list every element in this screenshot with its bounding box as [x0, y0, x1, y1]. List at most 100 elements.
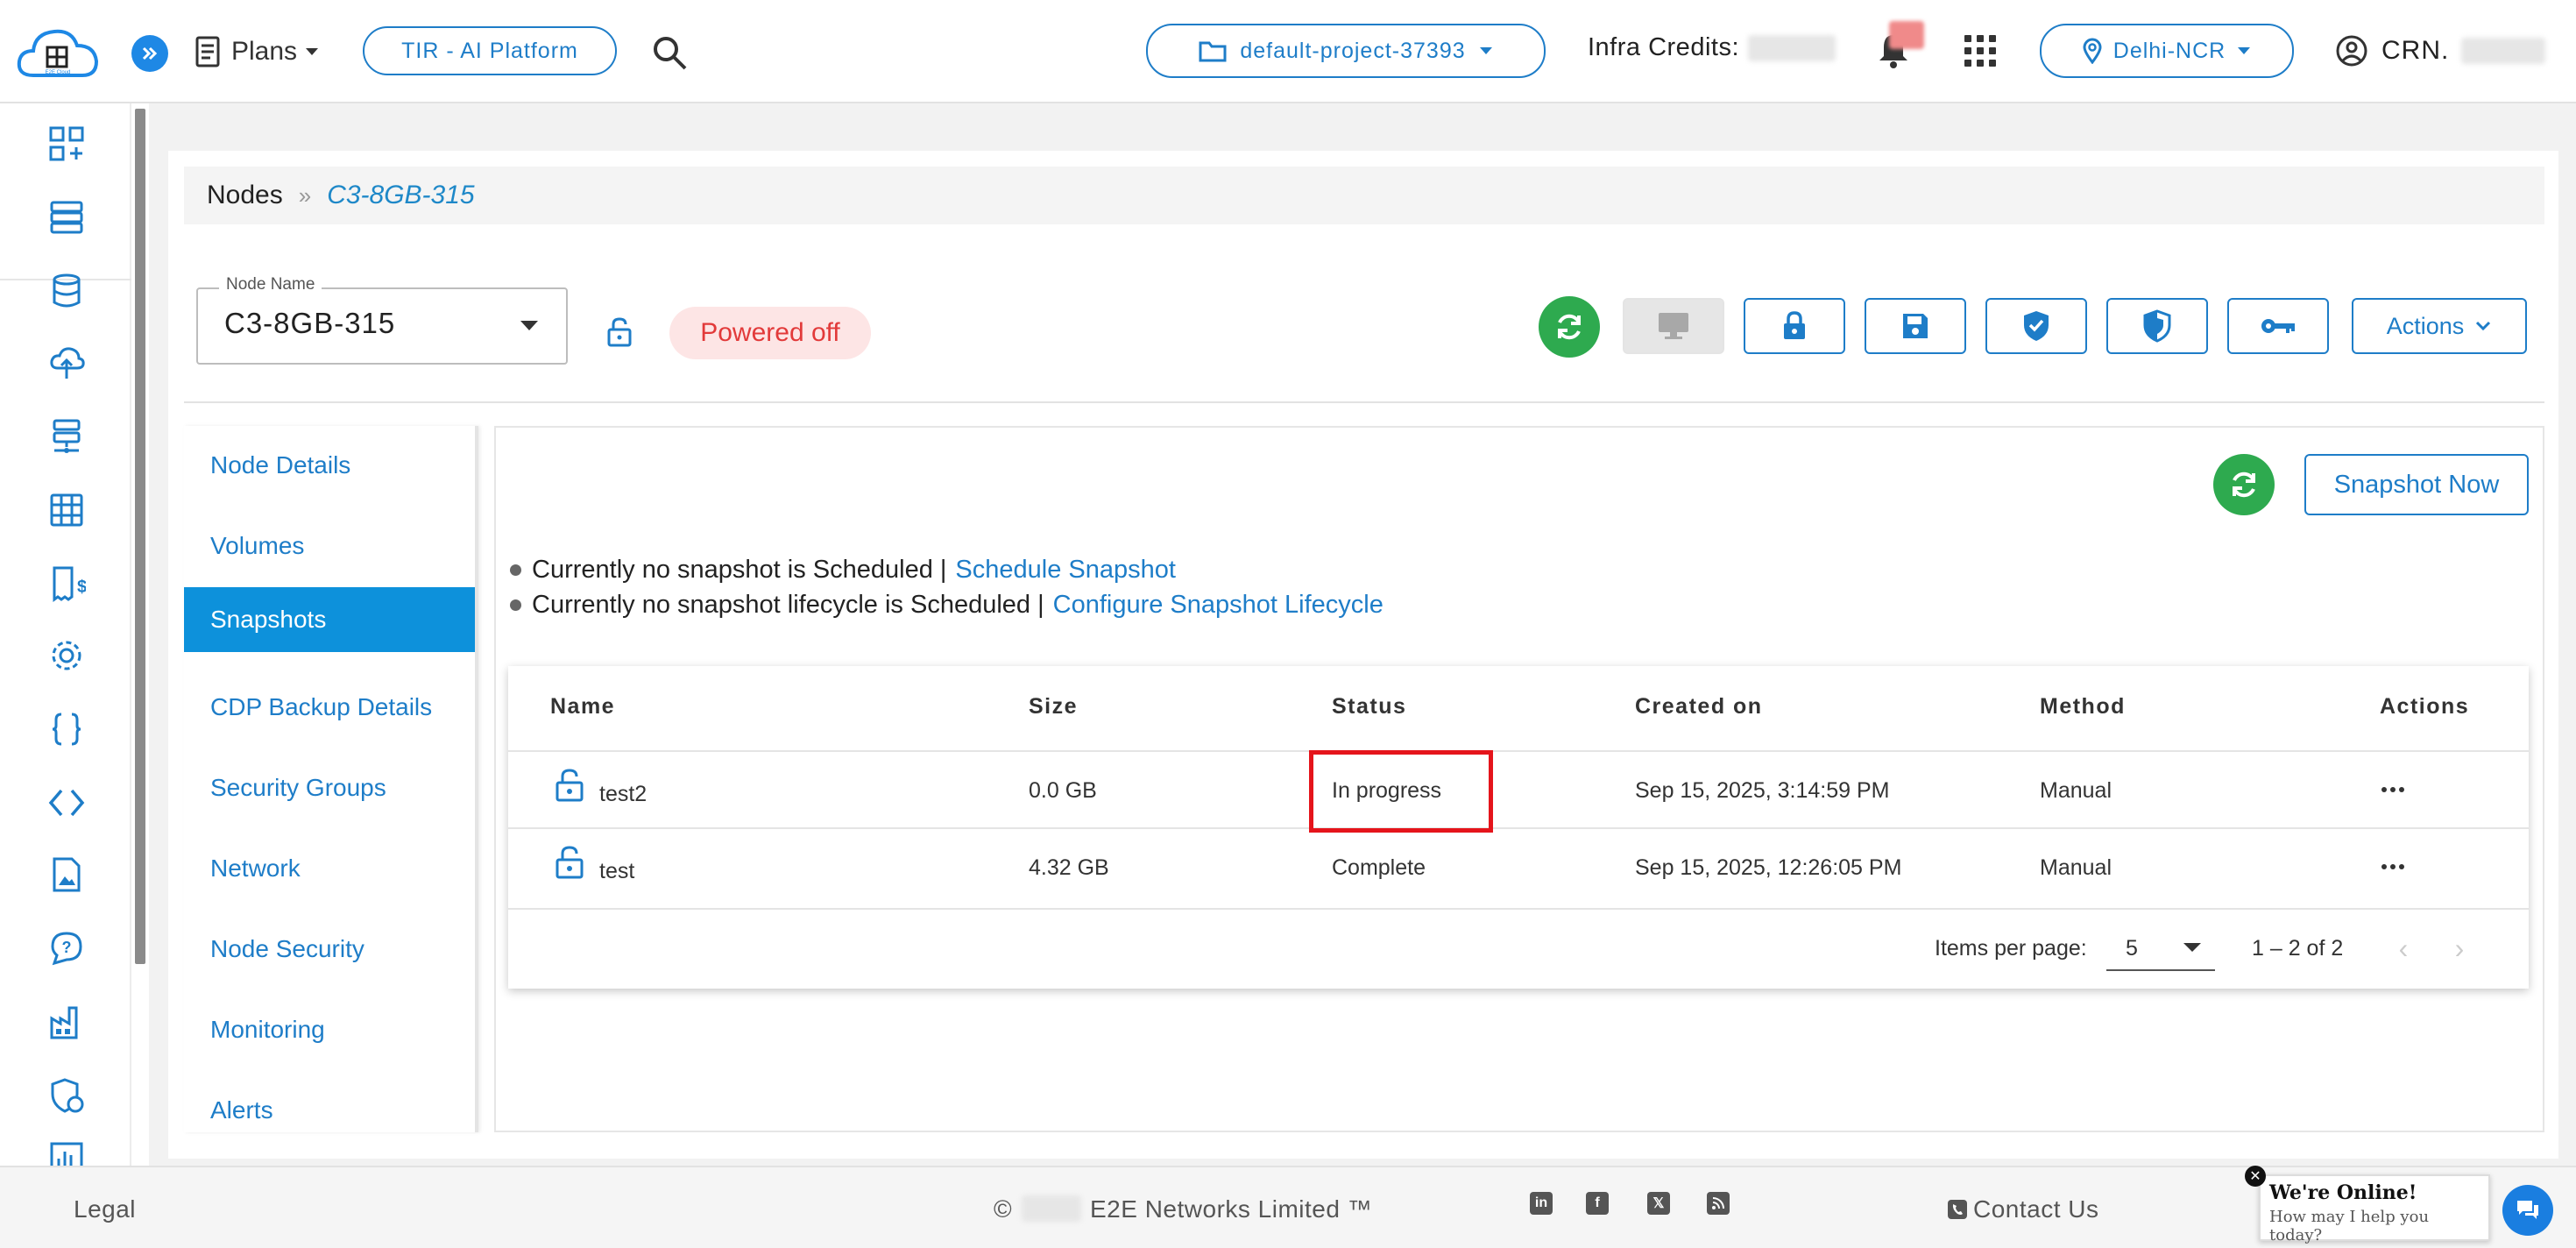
footer: Legal © E2E Networks Limited ™ Contact U…: [0, 1166, 2576, 1248]
nav-item-label: Security Groups: [210, 774, 386, 801]
search-icon[interactable]: [650, 33, 689, 72]
billing-icon[interactable]: $: [44, 561, 89, 606]
schedule-info-text: Currently no snapshot is Scheduled |: [532, 556, 947, 584]
snapshot-method: Manual: [2040, 778, 2112, 803]
nav-item-volumes[interactable]: Volumes: [184, 514, 475, 578]
breadcrumb: Nodes » C3-8GB-315: [184, 167, 2544, 224]
facebook-icon[interactable]: f: [1586, 1192, 1609, 1215]
dashboard-add-icon[interactable]: [44, 121, 89, 167]
rail-scrollbar[interactable]: [135, 109, 145, 964]
settings-icon[interactable]: [44, 633, 89, 678]
snapshot-now-button[interactable]: Snapshot Now: [2304, 454, 2529, 515]
security-settings-button[interactable]: [2106, 298, 2208, 354]
nav-item-label: Snapshots: [210, 606, 327, 633]
snapshots-table: Name Size Status Created on Method Actio…: [508, 666, 2529, 989]
nav-item-monitoring[interactable]: Monitoring: [184, 997, 475, 1062]
power-status-text: Powered off: [700, 318, 840, 347]
configure-lifecycle-link[interactable]: Configure Snapshot Lifecycle: [1053, 591, 1384, 620]
tir-ai-platform-button[interactable]: TIR - AI Platform: [363, 26, 617, 75]
factory-icon[interactable]: [44, 999, 89, 1045]
nav-item-label: Alerts: [210, 1096, 273, 1124]
shield-lock-icon[interactable]: [44, 1073, 89, 1118]
server-icon[interactable]: [44, 195, 89, 240]
caret-down-icon: [2238, 47, 2251, 54]
page-range: 1 – 2 of 2: [2252, 936, 2344, 961]
rss-icon[interactable]: [1707, 1192, 1730, 1215]
monitor-icon: [1659, 313, 1688, 339]
top-bar: E2E Cloud Plans TIR - AI Platform defaul…: [0, 0, 2576, 103]
double-chevron-right-icon: [142, 46, 158, 60]
security-check-button[interactable]: [1985, 298, 2087, 354]
refresh-node-button[interactable]: [1539, 296, 1600, 358]
actions-label: Actions: [2386, 312, 2465, 339]
region-selector[interactable]: Delhi-NCR: [2040, 24, 2294, 78]
schedule-snapshot-link[interactable]: Schedule Snapshot: [955, 556, 1176, 585]
chat-help-icon[interactable]: ?: [44, 925, 89, 971]
chat-widget[interactable]: We're Online! How may I help you today?: [2259, 1174, 2490, 1244]
table-row: test2 0.0 GB In progress Sep 15, 2025, 3…: [508, 750, 2529, 827]
unlock-icon[interactable]: [554, 845, 585, 880]
header-divider: [184, 401, 2544, 403]
nav-item-node-details[interactable]: Node Details: [184, 433, 475, 498]
save-image-button[interactable]: [1865, 298, 1966, 354]
cloud-upload-icon[interactable]: [44, 340, 89, 386]
console-button[interactable]: [1623, 298, 1724, 354]
account-menu[interactable]: CRN.: [2334, 33, 2546, 68]
chat-open-button[interactable]: [2502, 1185, 2553, 1236]
unlock-icon[interactable]: [554, 768, 585, 803]
plans-menu[interactable]: Plans: [195, 30, 320, 74]
chart-icon[interactable]: [44, 1139, 89, 1166]
document-icon: [195, 36, 220, 67]
database-icon[interactable]: [44, 268, 89, 314]
logo-text: E2E Cloud: [46, 70, 71, 75]
grid-table-icon[interactable]: [44, 487, 89, 533]
snapshot-size: 0.0 GB: [1029, 778, 1097, 803]
breadcrumb-separator: »: [298, 181, 312, 209]
caret-down-icon[interactable]: [520, 321, 538, 330]
apps-grid-icon[interactable]: [1964, 35, 1996, 67]
nav-item-security-groups[interactable]: Security Groups: [184, 755, 475, 820]
document-image-icon[interactable]: [44, 852, 89, 897]
expand-sidebar-button[interactable]: [131, 35, 168, 72]
project-selector[interactable]: default-project-37393: [1146, 24, 1546, 78]
nav-item-alerts[interactable]: Alerts: [184, 1078, 475, 1132]
lock-icon: [1784, 311, 1805, 339]
node-actions-button[interactable]: Actions: [2352, 298, 2527, 354]
status-highlight-box: [1309, 750, 1493, 833]
unlock-icon[interactable]: [605, 316, 634, 349]
more-actions-icon[interactable]: [2381, 864, 2406, 871]
breadcrumb-nodes-link[interactable]: Nodes: [207, 181, 283, 210]
chat-bubble-icon: [2517, 1201, 2538, 1219]
credits-label: Infra Credits:: [1588, 33, 1739, 61]
caret-down-icon[interactable]: [2183, 943, 2201, 952]
lock-node-button[interactable]: [1744, 298, 1845, 354]
nav-item-network[interactable]: Network: [184, 836, 475, 901]
nav-item-node-security[interactable]: Node Security: [184, 917, 475, 982]
e2e-cloud-logo[interactable]: E2E Cloud: [14, 21, 102, 91]
refresh-snapshots-button[interactable]: [2213, 454, 2275, 515]
column-header-actions: Actions: [2380, 694, 2470, 719]
more-actions-icon[interactable]: [2381, 787, 2406, 794]
x-icon[interactable]: 𝕏: [1647, 1192, 1670, 1215]
linkedin-icon[interactable]: in: [1530, 1192, 1553, 1215]
column-header-method: Method: [2040, 694, 2126, 719]
infra-credits: Infra Credits:: [1588, 33, 1836, 62]
next-page-button[interactable]: ›: [2446, 931, 2473, 966]
braces-icon[interactable]: [44, 706, 89, 752]
nav-item-snapshots[interactable]: Snapshots: [184, 587, 475, 652]
network-nodes-icon[interactable]: [44, 414, 89, 459]
column-header-created-on: Created on: [1635, 694, 1763, 719]
code-icon[interactable]: [44, 780, 89, 826]
nav-item-cdp-backup[interactable]: CDP Backup Details: [184, 675, 475, 740]
breadcrumb-current: C3-8GB-315: [327, 181, 475, 209]
legal-link[interactable]: Legal: [74, 1195, 136, 1223]
ssh-keys-button[interactable]: [2227, 298, 2329, 354]
node-side-nav: Node Details Volumes Snapshots CDP Backu…: [184, 426, 478, 1132]
node-name-label: Node Name: [219, 275, 322, 294]
snapshot-name: test: [599, 859, 635, 883]
svg-text:$: $: [77, 578, 86, 597]
contact-us-link[interactable]: Contact Us: [1947, 1195, 2099, 1223]
chat-close-icon[interactable]: ✕: [2245, 1166, 2266, 1187]
previous-page-button[interactable]: ‹: [2390, 931, 2417, 966]
caret-down-icon: [306, 48, 319, 55]
